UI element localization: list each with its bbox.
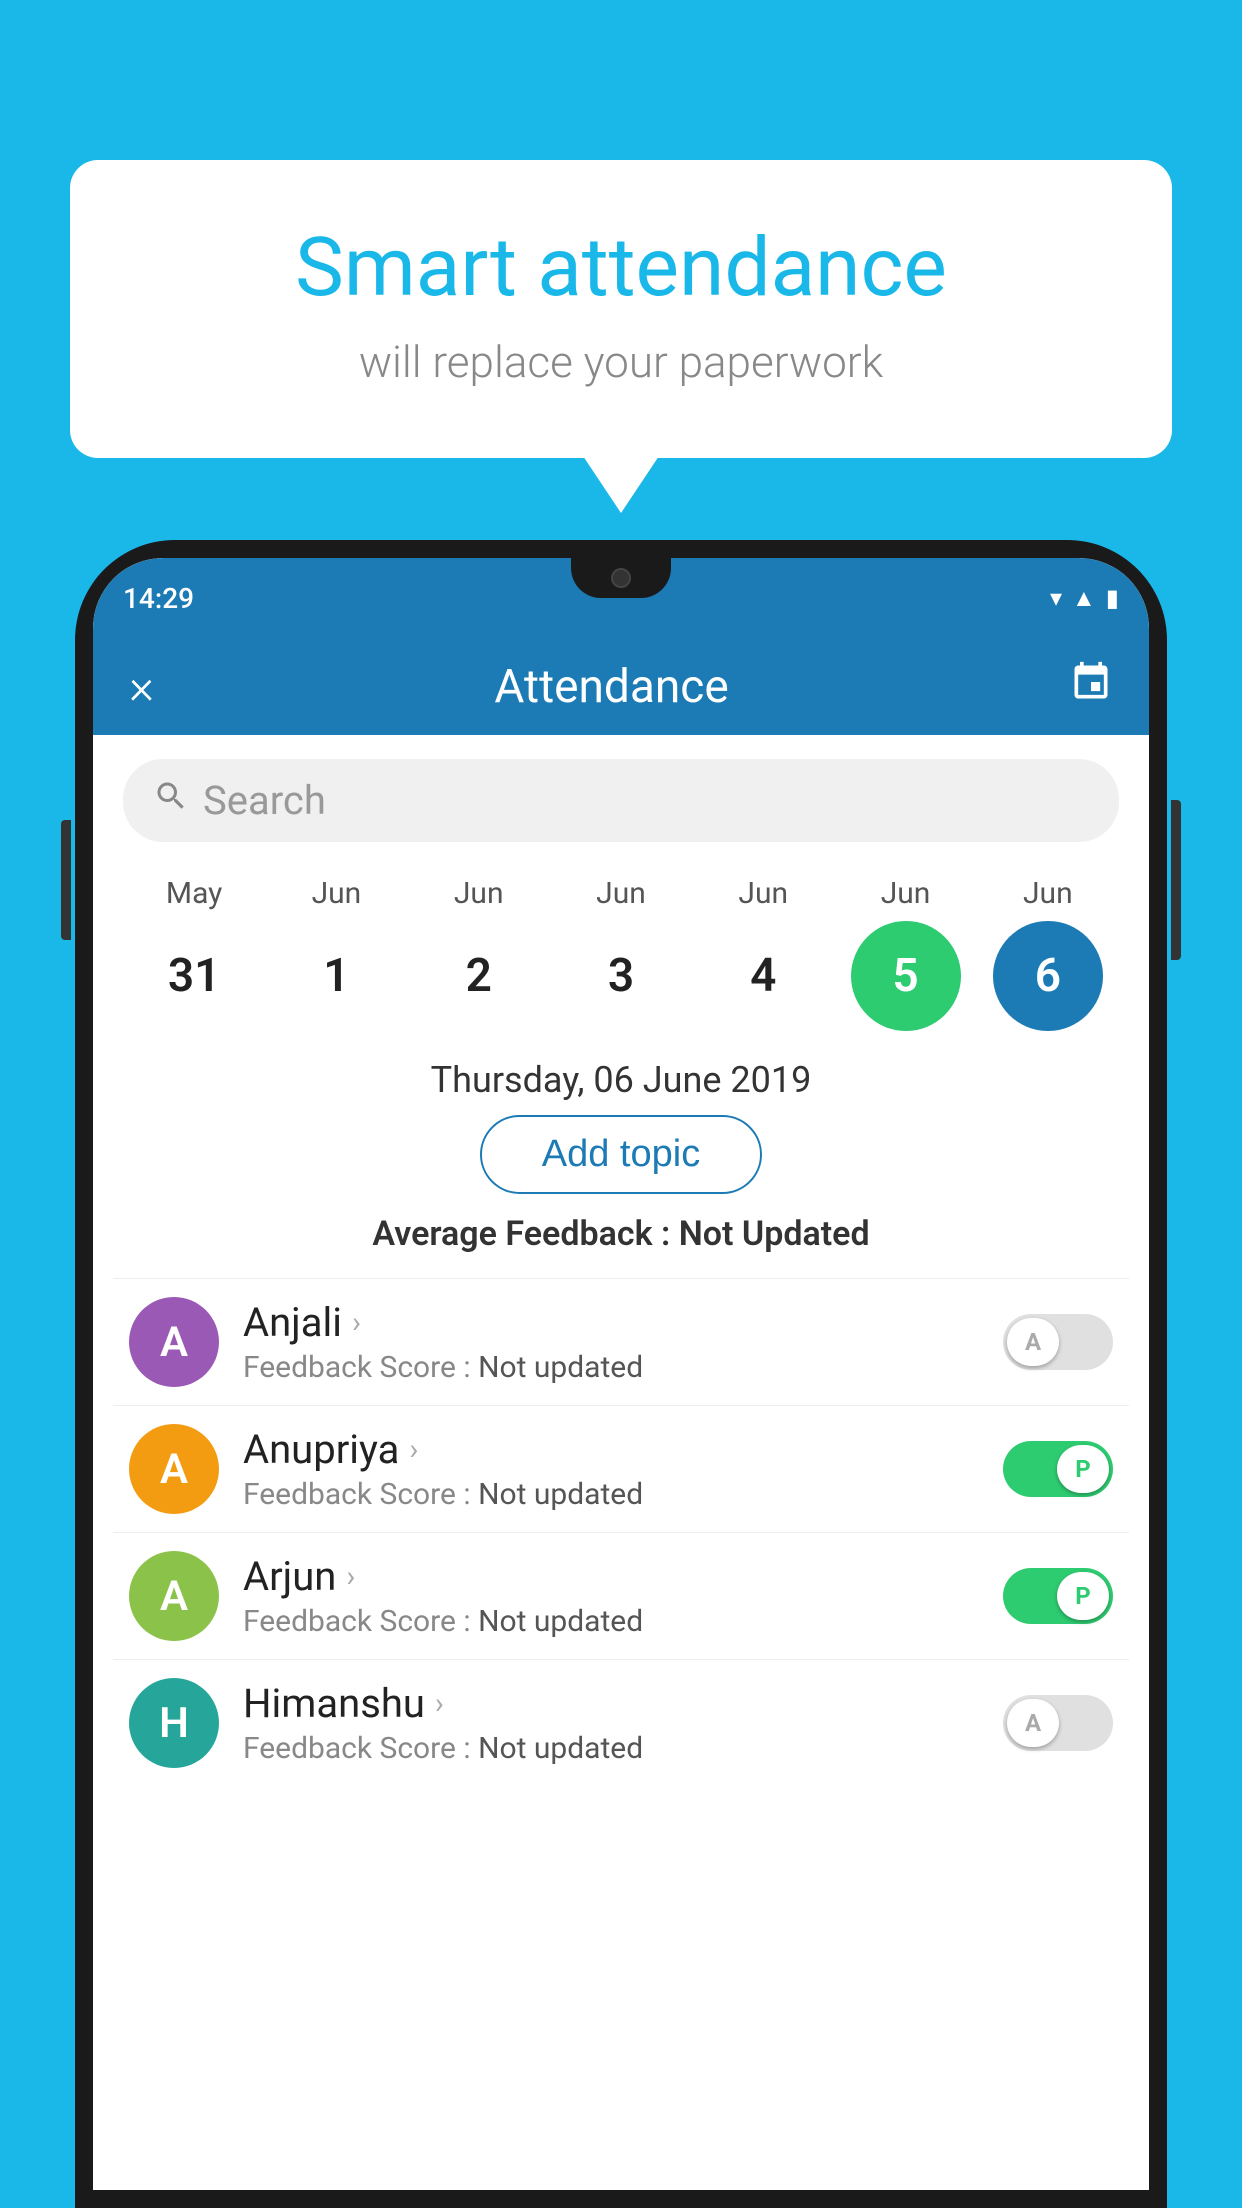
signal-icon: ▲ bbox=[1072, 584, 1096, 613]
avatar-anjali: A bbox=[129, 1297, 219, 1387]
cal-date-1[interactable]: 1 bbox=[281, 921, 391, 1031]
student-score-anupriya: Feedback Score : Not updated bbox=[243, 1477, 1003, 1512]
student-item-himanshu[interactable]: H Himanshu › Feedback Score : Not update… bbox=[113, 1659, 1129, 1786]
close-button[interactable]: × bbox=[129, 658, 154, 715]
student-list: A Anjali › Feedback Score : Not updated … bbox=[93, 1278, 1149, 1786]
bubble-subtitle: will replace your paperwork bbox=[150, 336, 1092, 388]
speech-bubble: Smart attendance will replace your paper… bbox=[70, 160, 1172, 458]
toggle-thumb-anupriya: P bbox=[1057, 1445, 1109, 1493]
avg-feedback-value: Not Updated bbox=[679, 1214, 870, 1254]
app-content: Search May Jun Jun Jun Jun Jun Jun 31 bbox=[93, 735, 1149, 2190]
calendar-icon[interactable] bbox=[1069, 660, 1113, 714]
calendar-strip: May Jun Jun Jun Jun Jun Jun 31 1 2 3 4 bbox=[93, 866, 1149, 1041]
cal-month-6: Jun bbox=[988, 876, 1108, 911]
student-info-anupriya: Anupriya › Feedback Score : Not updated bbox=[243, 1426, 1003, 1512]
student-score-arjun: Feedback Score : Not updated bbox=[243, 1604, 1003, 1639]
status-time: 14:29 bbox=[123, 582, 194, 615]
app-header: × Attendance bbox=[93, 638, 1149, 735]
toggle-thumb-anjali: A bbox=[1007, 1318, 1059, 1366]
camera-dot bbox=[611, 568, 631, 588]
status-icons: ▾ ▲ ▮ bbox=[1050, 584, 1119, 613]
calendar-dates[interactable]: 31 1 2 3 4 5 6 bbox=[113, 911, 1129, 1041]
battery-icon: ▮ bbox=[1106, 584, 1119, 612]
attendance-toggle-anjali[interactable]: A bbox=[1003, 1314, 1113, 1370]
cal-date-4[interactable]: 4 bbox=[708, 921, 818, 1031]
toggle-himanshu[interactable]: A bbox=[1003, 1695, 1113, 1751]
cal-date-31[interactable]: 31 bbox=[139, 921, 249, 1031]
search-icon bbox=[153, 778, 189, 823]
cal-month-4: Jun bbox=[703, 876, 823, 911]
notch-cutout bbox=[571, 558, 671, 598]
student-name-arjun: Arjun › bbox=[243, 1553, 1003, 1600]
student-name-himanshu: Himanshu › bbox=[243, 1680, 1003, 1727]
chevron-right-icon: › bbox=[352, 1305, 361, 1340]
app-title: Attendance bbox=[494, 660, 728, 714]
avg-feedback: Average Feedback : Not Updated bbox=[93, 1214, 1149, 1254]
selected-date-label: Thursday, 06 June 2019 bbox=[93, 1059, 1149, 1101]
attendance-toggle-anupriya[interactable]: P bbox=[1003, 1441, 1113, 1497]
student-info-anjali: Anjali › Feedback Score : Not updated bbox=[243, 1299, 1003, 1385]
student-name-anupriya: Anupriya › bbox=[243, 1426, 1003, 1473]
avatar-himanshu: H bbox=[129, 1678, 219, 1768]
bubble-title: Smart attendance bbox=[150, 220, 1092, 316]
cal-date-5-today[interactable]: 5 bbox=[851, 921, 961, 1031]
calendar-months: May Jun Jun Jun Jun Jun Jun bbox=[113, 876, 1129, 911]
chevron-right-icon: › bbox=[435, 1686, 444, 1721]
cal-date-3[interactable]: 3 bbox=[566, 921, 676, 1031]
search-bar[interactable]: Search bbox=[123, 759, 1119, 842]
student-info-arjun: Arjun › Feedback Score : Not updated bbox=[243, 1553, 1003, 1639]
toggle-thumb-arjun: P bbox=[1057, 1572, 1109, 1620]
student-item-anupriya[interactable]: A Anupriya › Feedback Score : Not update… bbox=[113, 1405, 1129, 1532]
student-item-arjun[interactable]: A Arjun › Feedback Score : Not updated P bbox=[113, 1532, 1129, 1659]
cal-month-1: Jun bbox=[276, 876, 396, 911]
phone-screen: 14:29 ▾ ▲ ▮ × Attendance bbox=[93, 558, 1149, 2190]
attendance-toggle-himanshu[interactable]: A bbox=[1003, 1695, 1113, 1751]
avg-feedback-label: Average Feedback : bbox=[372, 1214, 678, 1254]
student-score-anjali: Feedback Score : Not updated bbox=[243, 1350, 1003, 1385]
cal-month-2: Jun bbox=[419, 876, 539, 911]
toggle-thumb-himanshu: A bbox=[1007, 1699, 1059, 1747]
avatar-arjun: A bbox=[129, 1551, 219, 1641]
search-placeholder: Search bbox=[203, 777, 326, 824]
wifi-icon: ▾ bbox=[1050, 584, 1062, 612]
chevron-right-icon: › bbox=[346, 1559, 355, 1594]
student-name-anjali: Anjali › bbox=[243, 1299, 1003, 1346]
phone-frame: 14:29 ▾ ▲ ▮ × Attendance bbox=[75, 540, 1167, 2208]
status-bar: 14:29 ▾ ▲ ▮ bbox=[93, 558, 1149, 638]
cal-month-0: May bbox=[134, 876, 254, 911]
toggle-anupriya[interactable]: P bbox=[1003, 1441, 1113, 1497]
speech-bubble-container: Smart attendance will replace your paper… bbox=[70, 160, 1172, 458]
avatar-anupriya: A bbox=[129, 1424, 219, 1514]
toggle-anjali[interactable]: A bbox=[1003, 1314, 1113, 1370]
cal-month-3: Jun bbox=[561, 876, 681, 911]
cal-date-2[interactable]: 2 bbox=[424, 921, 534, 1031]
attendance-toggle-arjun[interactable]: P bbox=[1003, 1568, 1113, 1624]
phone-outer: 14:29 ▾ ▲ ▮ × Attendance bbox=[75, 540, 1167, 2208]
chevron-right-icon: › bbox=[409, 1432, 418, 1467]
student-item-anjali[interactable]: A Anjali › Feedback Score : Not updated … bbox=[113, 1278, 1129, 1405]
cal-month-5: Jun bbox=[846, 876, 966, 911]
student-score-himanshu: Feedback Score : Not updated bbox=[243, 1731, 1003, 1766]
student-info-himanshu: Himanshu › Feedback Score : Not updated bbox=[243, 1680, 1003, 1766]
add-topic-button[interactable]: Add topic bbox=[480, 1115, 762, 1194]
cal-date-6-selected[interactable]: 6 bbox=[993, 921, 1103, 1031]
toggle-arjun[interactable]: P bbox=[1003, 1568, 1113, 1624]
